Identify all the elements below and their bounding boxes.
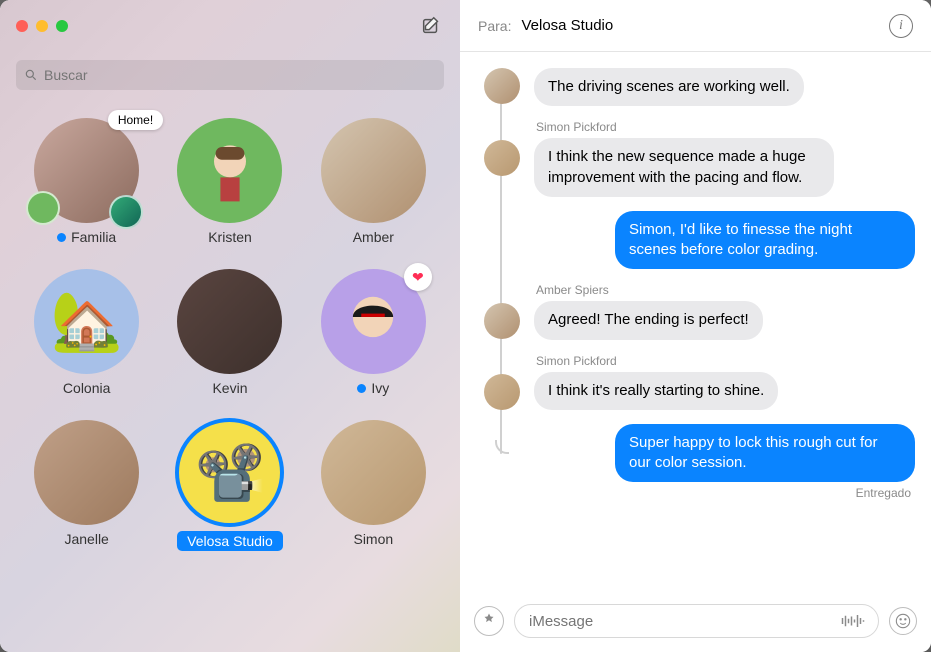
conversation-kristen[interactable]: Kristen bbox=[167, 118, 292, 245]
sender-avatar bbox=[484, 374, 520, 410]
avatar: Home! bbox=[34, 118, 139, 223]
projector-icon: 📽️ bbox=[195, 440, 265, 506]
message-bubble[interactable]: I think it's really starting to shine. bbox=[534, 372, 778, 410]
conversation-name: Kristen bbox=[208, 229, 252, 245]
message-outgoing: Simon, I'd like to finesse the night sce… bbox=[534, 211, 915, 270]
message-incoming: Amber Spiers Agreed! The ending is perfe… bbox=[534, 283, 915, 339]
group-member-avatar bbox=[109, 195, 143, 229]
unread-indicator bbox=[357, 384, 366, 393]
memoji-icon bbox=[190, 131, 270, 211]
details-button[interactable]: i bbox=[889, 14, 913, 38]
message-incoming: Simon Pickford I think the new sequence … bbox=[534, 120, 915, 197]
message-composer bbox=[460, 594, 931, 652]
sender-name: Simon Pickford bbox=[536, 120, 915, 134]
sender-name: Amber Spiers bbox=[536, 283, 915, 297]
memoji-icon bbox=[331, 280, 415, 364]
avatar bbox=[321, 420, 426, 525]
avatar bbox=[321, 118, 426, 223]
delivery-status: Entregado bbox=[534, 486, 915, 500]
conversation-colonia[interactable]: 🏡 Colonia bbox=[24, 269, 149, 396]
conversation-name: Amber bbox=[353, 229, 394, 245]
conversation-amber[interactable]: Amber bbox=[311, 118, 436, 245]
conversation-label: Familia bbox=[57, 229, 116, 245]
avatar: 🏡 bbox=[34, 269, 139, 374]
conversation-label: Amber bbox=[353, 229, 394, 245]
conversation-view: Para: Velosa Studio i The driving scenes… bbox=[460, 0, 931, 652]
message-bubble[interactable]: I think the new sequence made a huge imp… bbox=[534, 138, 834, 197]
message-incoming: The driving scenes are working well. bbox=[534, 68, 915, 106]
conversation-familia[interactable]: Home! Familia bbox=[24, 118, 149, 245]
conversation-ivy[interactable]: ❤︎ Ivy bbox=[311, 269, 436, 396]
conversation-name: Colonia bbox=[63, 380, 110, 396]
avatar bbox=[177, 269, 282, 374]
window-controls bbox=[16, 20, 68, 32]
message-thread[interactable]: The driving scenes are working well. Sim… bbox=[460, 52, 931, 594]
avatar: ❤︎ bbox=[321, 269, 426, 374]
info-icon: i bbox=[899, 18, 903, 34]
conversation-label: Velosa Studio bbox=[177, 531, 283, 551]
message-bubble[interactable]: Super happy to lock this rough cut for o… bbox=[615, 424, 915, 483]
conversation-name: Janelle bbox=[64, 531, 108, 547]
titlebar bbox=[0, 0, 460, 52]
message-incoming: Simon Pickford I think it's really start… bbox=[534, 354, 915, 410]
search-input[interactable] bbox=[44, 67, 436, 83]
message-input[interactable] bbox=[529, 613, 838, 630]
search-icon bbox=[24, 68, 38, 82]
conversation-name: Ivy bbox=[371, 380, 389, 396]
sender-name: Simon Pickford bbox=[536, 354, 915, 368]
conversation-grid: Home! Familia Kristen bbox=[0, 108, 460, 652]
to-name: Velosa Studio bbox=[521, 17, 879, 34]
message-outgoing: Super happy to lock this rough cut for o… bbox=[534, 424, 915, 483]
audio-message-button[interactable] bbox=[838, 612, 868, 630]
conversation-label: Simon bbox=[353, 531, 393, 547]
emoji-icon bbox=[895, 613, 911, 629]
conversation-janelle[interactable]: Janelle bbox=[24, 420, 149, 551]
tapback-heart-icon: ❤︎ bbox=[404, 263, 432, 291]
apps-button[interactable] bbox=[474, 606, 504, 636]
conversation-simon[interactable]: Simon bbox=[311, 420, 436, 551]
sender-avatar bbox=[484, 140, 520, 176]
conversation-name: Velosa Studio bbox=[187, 533, 273, 549]
conversation-label: Kristen bbox=[208, 229, 252, 245]
to-label: Para: bbox=[478, 18, 511, 34]
conversation-name: Kevin bbox=[212, 380, 247, 396]
conversation-label: Colonia bbox=[63, 380, 110, 396]
search-field[interactable] bbox=[16, 60, 444, 90]
messages-window: Home! Familia Kristen bbox=[0, 0, 931, 652]
conversation-header: Para: Velosa Studio i bbox=[460, 0, 931, 52]
conversation-velosa-studio[interactable]: 📽️ Velosa Studio bbox=[167, 420, 292, 551]
compose-icon bbox=[420, 15, 442, 37]
sender-avatar bbox=[484, 68, 520, 104]
apps-icon bbox=[480, 612, 498, 630]
message-bubble[interactable]: Agreed! The ending is perfect! bbox=[534, 301, 763, 339]
message-preview-badge: Home! bbox=[108, 110, 163, 130]
minimize-window-button[interactable] bbox=[36, 20, 48, 32]
conversation-label: Janelle bbox=[64, 531, 108, 547]
unread-indicator bbox=[57, 233, 66, 242]
house-icon: 🏡 bbox=[51, 288, 123, 356]
zoom-window-button[interactable] bbox=[56, 20, 68, 32]
avatar bbox=[177, 118, 282, 223]
message-input-container[interactable] bbox=[514, 604, 879, 638]
message-bubble[interactable]: The driving scenes are working well. bbox=[534, 68, 804, 106]
avatar: 📽️ bbox=[177, 420, 282, 525]
conversation-name: Familia bbox=[71, 229, 116, 245]
sender-avatar bbox=[484, 303, 520, 339]
avatar bbox=[34, 420, 139, 525]
group-member-avatar bbox=[26, 191, 60, 225]
conversation-name: Simon bbox=[353, 531, 393, 547]
waveform-icon bbox=[838, 612, 868, 630]
compose-button[interactable] bbox=[418, 13, 444, 39]
emoji-button[interactable] bbox=[889, 607, 917, 635]
close-window-button[interactable] bbox=[16, 20, 28, 32]
conversation-label: Ivy bbox=[357, 380, 389, 396]
sidebar: Home! Familia Kristen bbox=[0, 0, 460, 652]
message-bubble[interactable]: Simon, I'd like to finesse the night sce… bbox=[615, 211, 915, 270]
conversation-label: Kevin bbox=[212, 380, 247, 396]
conversation-kevin[interactable]: Kevin bbox=[167, 269, 292, 396]
